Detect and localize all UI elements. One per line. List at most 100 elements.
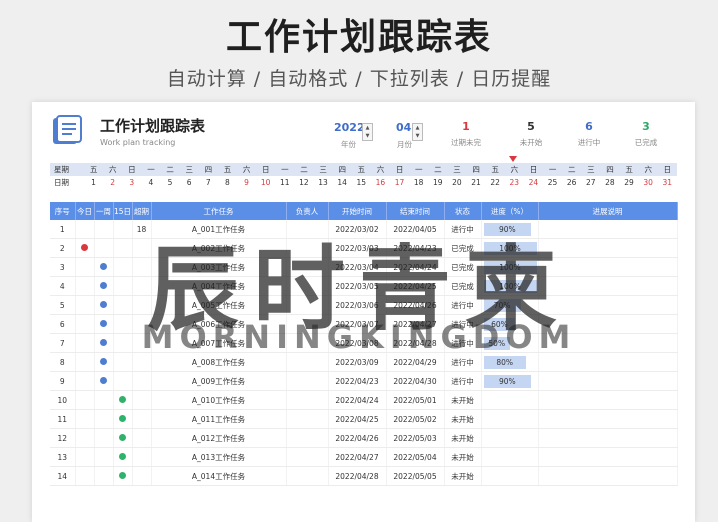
year-stepper[interactable]: ▲ ▼	[362, 123, 373, 141]
calendar-date[interactable]: 23	[505, 176, 524, 189]
column-header[interactable]: 一周	[94, 202, 114, 220]
column-header[interactable]: 今日	[75, 202, 95, 220]
progress-notes[interactable]	[538, 466, 678, 486]
status-cell[interactable]: 未开始	[444, 428, 482, 448]
column-header[interactable]: 序号	[50, 202, 76, 220]
task-name[interactable]: A_005工作任务	[151, 295, 287, 315]
table-row[interactable]: 3 A_003工作任务 2022/03/04 2022/04/24 已完成 100%	[50, 257, 678, 277]
calendar-date[interactable]: 9	[237, 176, 256, 189]
task-name[interactable]: A_012工作任务	[151, 428, 287, 448]
end-date[interactable]: 2022/04/24	[386, 257, 445, 277]
table-row[interactable]: 6 A_006工作任务 2022/03/07 2022/04/27 进行中 60%	[50, 314, 678, 334]
owner-cell[interactable]	[286, 371, 329, 391]
calendar-date[interactable]: 4	[141, 176, 160, 189]
start-date[interactable]: 2022/03/04	[328, 257, 387, 277]
month-selector[interactable]: 04 ▲ ▼	[396, 119, 426, 141]
start-date[interactable]: 2022/04/26	[328, 428, 387, 448]
end-date[interactable]: 2022/05/04	[386, 447, 445, 467]
progress-notes[interactable]	[538, 371, 678, 391]
progress-notes[interactable]	[538, 276, 678, 296]
owner-cell[interactable]	[286, 409, 329, 429]
table-row[interactable]: 5 A_005工作任务 2022/03/06 2022/04/26 进行中 70%	[50, 295, 678, 315]
calendar-date[interactable]: 13	[314, 176, 333, 189]
progress-cell[interactable]	[481, 390, 539, 410]
status-cell[interactable]: 进行中	[444, 295, 482, 315]
column-header[interactable]: 工作任务	[151, 202, 287, 220]
status-cell[interactable]: 未开始	[444, 447, 482, 467]
calendar-date[interactable]: 30	[639, 176, 658, 189]
end-date[interactable]: 2022/04/25	[386, 276, 445, 296]
status-cell[interactable]: 进行中	[444, 333, 482, 353]
task-name[interactable]: A_006工作任务	[151, 314, 287, 334]
task-name[interactable]: A_011工作任务	[151, 409, 287, 429]
start-date[interactable]: 2022/03/07	[328, 314, 387, 334]
start-date[interactable]: 2022/04/25	[328, 409, 387, 429]
column-header[interactable]: 进度（%）	[481, 202, 539, 220]
calendar-date[interactable]: 2	[103, 176, 122, 189]
progress-cell[interactable]: 70%	[481, 295, 539, 315]
progress-notes[interactable]	[538, 409, 678, 429]
table-row[interactable]: 10 A_010工作任务 2022/04/24 2022/05/01 未开始	[50, 390, 678, 410]
status-cell[interactable]: 未开始	[444, 466, 482, 486]
calendar-date[interactable]: 28	[600, 176, 619, 189]
start-date[interactable]: 2022/04/27	[328, 447, 387, 467]
start-date[interactable]: 2022/03/09	[328, 352, 387, 372]
calendar-date[interactable]: 11	[275, 176, 294, 189]
calendar-date[interactable]: 5	[161, 176, 180, 189]
calendar-date[interactable]: 17	[390, 176, 409, 189]
task-name[interactable]: A_002工作任务	[151, 238, 287, 258]
status-cell[interactable]: 未开始	[444, 409, 482, 429]
start-date[interactable]: 2022/03/06	[328, 295, 387, 315]
start-date[interactable]: 2022/04/28	[328, 466, 387, 486]
calendar-date[interactable]: 10	[256, 176, 275, 189]
progress-notes[interactable]	[538, 257, 678, 277]
owner-cell[interactable]	[286, 352, 329, 372]
end-date[interactable]: 2022/04/23	[386, 238, 445, 258]
task-name[interactable]: A_003工作任务	[151, 257, 287, 277]
column-header[interactable]: 开始时间	[328, 202, 387, 220]
progress-cell[interactable]: 60%	[481, 314, 539, 334]
owner-cell[interactable]	[286, 295, 329, 315]
status-cell[interactable]: 已完成	[444, 257, 482, 277]
status-cell[interactable]: 已完成	[444, 276, 482, 296]
owner-cell[interactable]	[286, 276, 329, 296]
task-name[interactable]: A_009工作任务	[151, 371, 287, 391]
owner-cell[interactable]	[286, 447, 329, 467]
calendar-date[interactable]: 3	[122, 176, 141, 189]
end-date[interactable]: 2022/04/30	[386, 371, 445, 391]
end-date[interactable]: 2022/05/02	[386, 409, 445, 429]
end-date[interactable]: 2022/04/27	[386, 314, 445, 334]
progress-cell[interactable]: 80%	[481, 352, 539, 372]
progress-cell[interactable]	[481, 428, 539, 448]
table-row[interactable]: 14 A_014工作任务 2022/04/28 2022/05/05 未开始	[50, 466, 678, 486]
calendar-date[interactable]: 25	[543, 176, 562, 189]
calendar-date[interactable]: 7	[199, 176, 218, 189]
start-date[interactable]: 2022/03/02	[328, 220, 387, 239]
owner-cell[interactable]	[286, 390, 329, 410]
calendar-date[interactable]: 1	[84, 176, 103, 189]
progress-notes[interactable]	[538, 220, 678, 239]
end-date[interactable]: 2022/04/26	[386, 295, 445, 315]
end-date[interactable]: 2022/05/03	[386, 428, 445, 448]
end-date[interactable]: 2022/05/05	[386, 466, 445, 486]
table-row[interactable]: 2 A_002工作任务 2022/03/03 2022/04/23 已完成 100%	[50, 238, 678, 258]
end-date[interactable]: 2022/04/05	[386, 220, 445, 239]
column-header[interactable]: 超期	[132, 202, 152, 220]
calendar-date[interactable]: 20	[447, 176, 466, 189]
status-cell[interactable]: 进行中	[444, 220, 482, 239]
column-header[interactable]: 结束时间	[386, 202, 445, 220]
status-cell[interactable]: 进行中	[444, 371, 482, 391]
calendar-date[interactable]: 15	[352, 176, 371, 189]
owner-cell[interactable]	[286, 428, 329, 448]
start-date[interactable]: 2022/04/24	[328, 390, 387, 410]
owner-cell[interactable]	[286, 238, 329, 258]
calendar-date[interactable]: 14	[333, 176, 352, 189]
calendar-date[interactable]: 31	[658, 176, 677, 189]
owner-cell[interactable]	[286, 257, 329, 277]
table-row[interactable]: 4 A_004工作任务 2022/03/05 2022/04/25 已完成 100%	[50, 276, 678, 296]
task-name[interactable]: A_004工作任务	[151, 276, 287, 296]
progress-cell[interactable]: 90%	[481, 220, 539, 239]
calendar-date[interactable]: 21	[467, 176, 486, 189]
owner-cell[interactable]	[286, 314, 329, 334]
calendar-date[interactable]: 16	[371, 176, 390, 189]
